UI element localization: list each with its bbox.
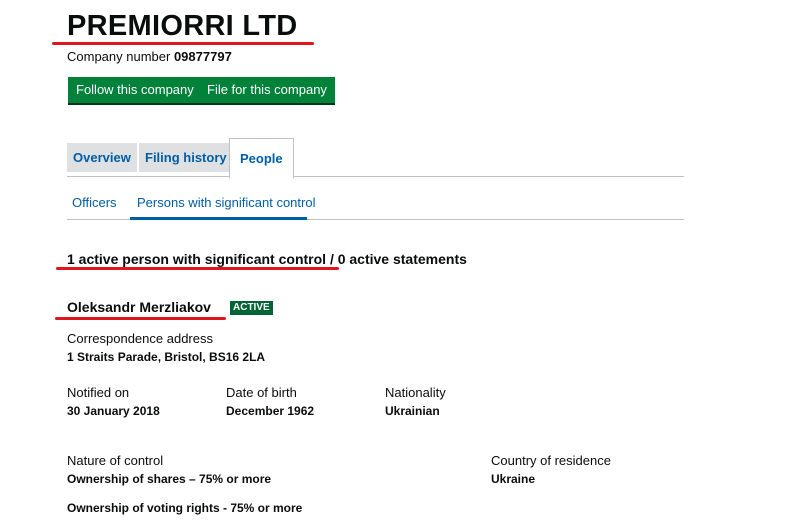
annotation-underline-summary — [56, 267, 339, 270]
tab-people[interactable]: People — [229, 138, 294, 179]
nature-of-control-shares: Ownership of shares – 75% or more — [67, 472, 272, 486]
country-of-residence-label: Country of residence — [491, 453, 611, 468]
psc-summary-heading: 1 active person with significant control… — [67, 251, 467, 267]
notified-on-value: 30 January 2018 — [67, 404, 160, 418]
tabs-divider — [67, 176, 684, 177]
annotation-underline-name — [55, 317, 226, 320]
follow-company-button[interactable]: Follow this company — [68, 77, 202, 103]
nationality-value: Ukrainian — [385, 404, 440, 418]
company-number: Company number 09877797 — [67, 49, 232, 64]
company-number-label: Company number — [67, 49, 171, 64]
nature-of-control-label: Nature of control — [67, 453, 164, 468]
notified-on-label: Notified on — [67, 385, 130, 400]
nature-of-control-voting-rights: Ownership of voting rights - 75% or more — [67, 501, 303, 515]
tab-overview[interactable]: Overview — [67, 143, 137, 172]
country-of-residence-value: Ukraine — [491, 472, 536, 486]
correspondence-address-value: 1 Straits Parade, Bristol, BS16 2LA — [67, 350, 266, 364]
company-number-value: 09877797 — [173, 49, 232, 64]
subtab-officers[interactable]: Officers — [72, 195, 117, 210]
active-subtab-indicator — [130, 217, 307, 220]
nationality-label: Nationality — [385, 385, 446, 400]
annotation-underline-title — [52, 42, 314, 45]
person-name[interactable]: Oleksandr Merzliakov — [67, 299, 211, 315]
date-of-birth-value: December 1962 — [226, 404, 315, 418]
company-name: PREMIORRI LTD — [67, 10, 298, 42]
correspondence-address-label: Correspondence address — [67, 331, 213, 346]
file-for-company-button[interactable]: File for this company — [199, 77, 335, 103]
date-of-birth-label: Date of birth — [226, 385, 297, 400]
status-badge: ACTIVE — [230, 301, 273, 315]
subtab-persons-with-significant-control[interactable]: Persons with significant control — [137, 195, 315, 210]
tab-filing-history[interactable]: Filing history — [139, 143, 233, 172]
